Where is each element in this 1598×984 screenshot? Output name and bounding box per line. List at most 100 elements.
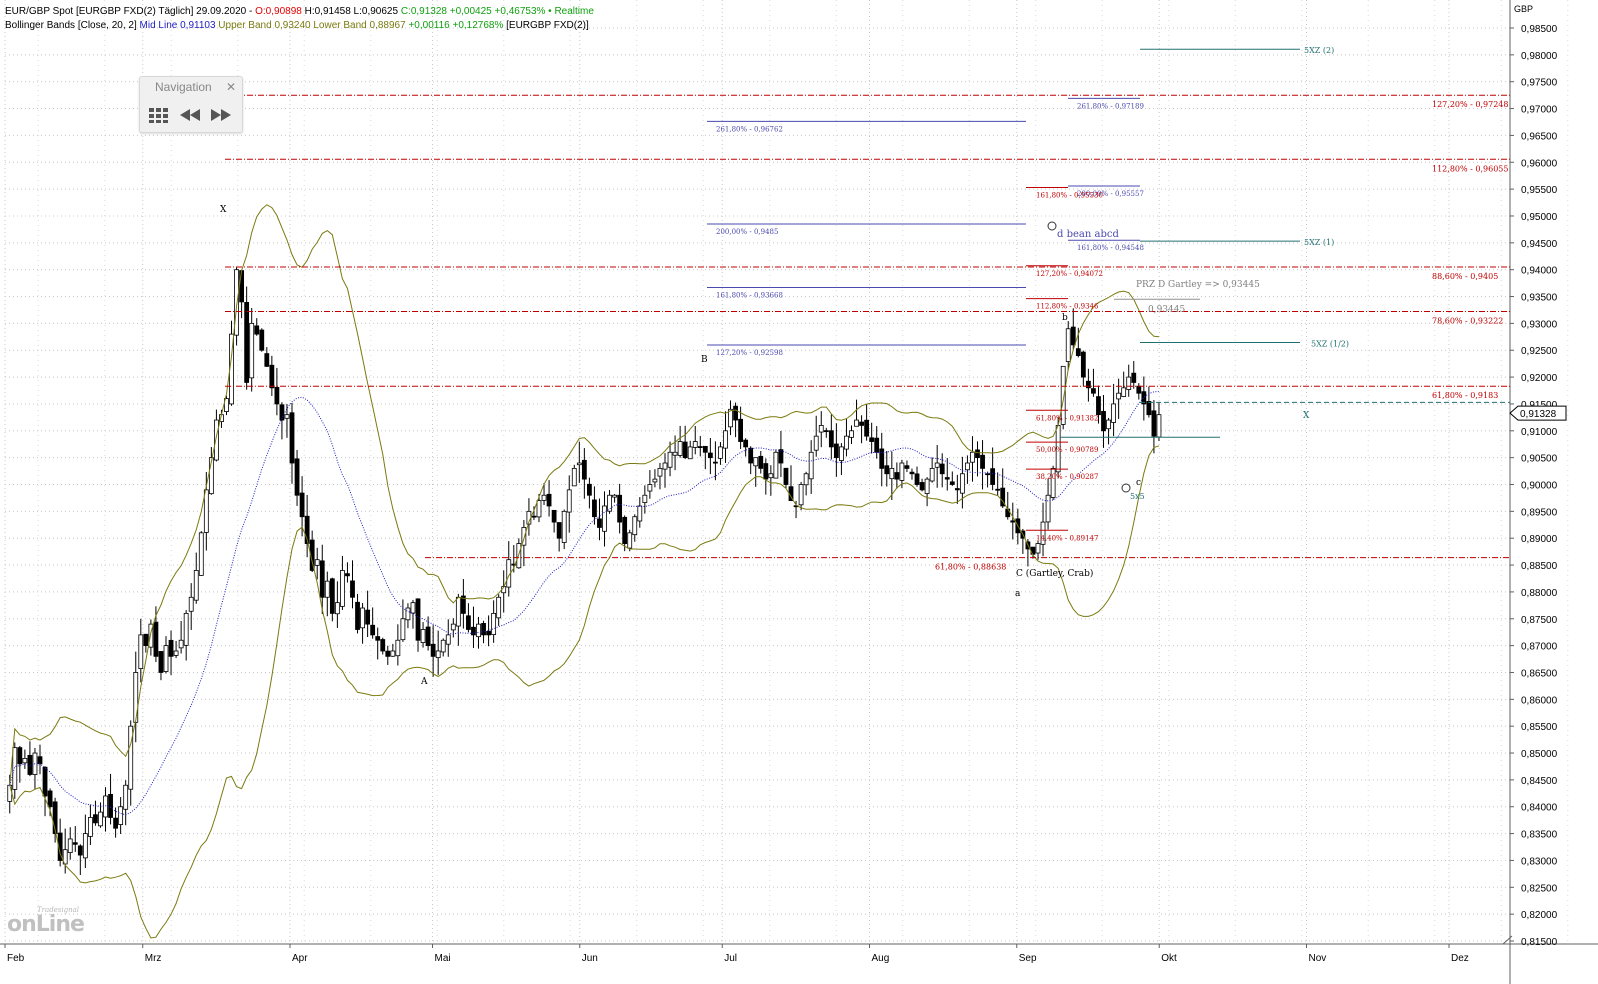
x-tick-label: Sep: [1019, 953, 1037, 964]
candle-body: [970, 451, 975, 463]
fivexfive-label: 5x5: [1130, 492, 1145, 501]
y-tick-label: 0,97500: [1521, 78, 1558, 89]
candle-body: [592, 499, 597, 518]
y-tick-label: 0,94000: [1521, 266, 1558, 277]
candle-body: [178, 639, 184, 649]
candle-body: [990, 468, 996, 485]
candle-body: [652, 478, 658, 483]
candle-body: [612, 494, 617, 498]
candle-body: [400, 618, 406, 641]
candle-body: [571, 467, 577, 487]
candle-body: [1126, 376, 1132, 390]
candle-body: [370, 624, 376, 636]
y-tick-label: 0,85500: [1521, 722, 1558, 733]
candle-body: [198, 532, 204, 576]
indicator-header-segment: +0,00116 +0,12768%: [408, 20, 504, 31]
candle-body: [884, 465, 890, 475]
fast-forward-icon[interactable]: [208, 105, 234, 125]
candle-body: [632, 516, 638, 536]
candle-body: [859, 421, 864, 426]
x-tick-label: Mai: [435, 953, 451, 964]
candle-body: [768, 473, 774, 479]
candle-body: [274, 387, 280, 405]
candle-body: [576, 462, 582, 466]
candle-body: [375, 636, 381, 641]
candle-body: [889, 467, 895, 480]
d-bean-abcd-label: d bean abcd: [1057, 229, 1119, 240]
candle-body: [37, 756, 43, 765]
teal-level-label: 5XZ (1/2): [1311, 339, 1349, 348]
fib-level-red-small-label: 61,80% - 0,91382: [1036, 414, 1098, 422]
lower-band-line: [9, 445, 1160, 939]
y-tick-label: 0,98500: [1521, 24, 1558, 35]
y-tick-label: 0,90000: [1521, 481, 1558, 492]
candle-body: [143, 633, 149, 647]
instrument-header-segment: C:0,91328 +0,00425 +0,46753% • Realtime: [400, 6, 594, 17]
candle-body: [168, 639, 174, 657]
candle-body: [682, 441, 688, 459]
candle-body: [1116, 392, 1122, 400]
x-tick-label: Okt: [1161, 953, 1177, 964]
candle-body: [798, 484, 804, 506]
candle-body: [420, 629, 426, 644]
candle-body: [481, 623, 486, 636]
candle-body: [1010, 520, 1016, 523]
fib-level-red-label: 61,80% - 0,88638: [935, 563, 1006, 572]
candle-body: [324, 580, 330, 598]
price-chart[interactable]: GBP 0,81500 0,82000 0,82500 0,83000 0,83500 0,…: [0, 0, 1598, 984]
candle-body: [924, 478, 930, 494]
d-bean-marker: [1047, 221, 1057, 231]
y-tick-label: 0,83000: [1521, 856, 1558, 867]
candle-body: [1111, 403, 1116, 423]
candle-body: [340, 570, 345, 607]
candle-body: [410, 602, 416, 614]
candle-body: [864, 419, 870, 437]
candle-body: [713, 461, 718, 464]
fib-level-red-small-label: 112,80% - 0,9346: [1036, 303, 1099, 311]
candle-body: [1075, 348, 1081, 357]
candle-body: [430, 643, 436, 657]
candle-body: [828, 430, 834, 448]
fib-level-blue-label: 161,80% - 0,93668: [716, 292, 783, 300]
teal-level-label: 5XZ (2): [1304, 46, 1334, 55]
teal-level-label: 5XZ (1): [1304, 238, 1334, 247]
candle-body: [7, 784, 13, 802]
navigation-title: Navigation: [155, 80, 212, 94]
wave-point-c: c: [1136, 478, 1141, 488]
fib-level-red-label: 88,60% - 0,9405: [1432, 272, 1498, 281]
candle-body: [27, 754, 33, 775]
y-tick-label: 0,88500: [1521, 561, 1558, 572]
candle-body: [833, 443, 839, 459]
indicator-header-segment: Upper Band 0,93240 Lower Band 0,88967: [218, 20, 409, 31]
candle-body: [869, 437, 875, 442]
candle-body: [954, 488, 960, 491]
candle-body: [647, 484, 653, 492]
candle-body: [1096, 396, 1101, 416]
candle-body: [667, 451, 673, 468]
navigation-panel[interactable]: Navigation ✕: [139, 76, 243, 133]
candle-body: [118, 806, 124, 825]
y-tick-label: 0,84500: [1521, 776, 1558, 787]
candle-body: [82, 833, 88, 859]
grid-icon[interactable]: [146, 105, 172, 125]
y-tick-label: 0,97000: [1521, 105, 1558, 116]
candle-body: [244, 302, 250, 383]
candle-body: [163, 645, 169, 672]
indicator-header-segment: Mid Line 0,91103: [139, 20, 219, 31]
y-tick-label: 0,87500: [1521, 615, 1558, 626]
candle-body: [586, 483, 592, 496]
candle-body: [929, 467, 935, 482]
candle-body: [602, 505, 607, 532]
candle-body: [919, 482, 925, 491]
fib-level-red-label: 112,80% - 0,96055: [1432, 164, 1508, 173]
instrument-header-segment: O:0,90898: [255, 6, 302, 17]
rewind-icon[interactable]: [177, 105, 203, 125]
candle-body: [773, 451, 779, 479]
close-icon[interactable]: ✕: [226, 80, 236, 94]
fib-level-blue-right-label: 261,80% - 0,97189: [1077, 102, 1144, 110]
prz-value-label: 0,93445: [1148, 305, 1185, 315]
y-tick-label: 0,96500: [1521, 131, 1558, 142]
y-tick-label: 0,87000: [1521, 642, 1558, 653]
candle-body: [909, 471, 915, 475]
fib-level-red-small-label: 127,20% - 0,94072: [1036, 270, 1103, 278]
